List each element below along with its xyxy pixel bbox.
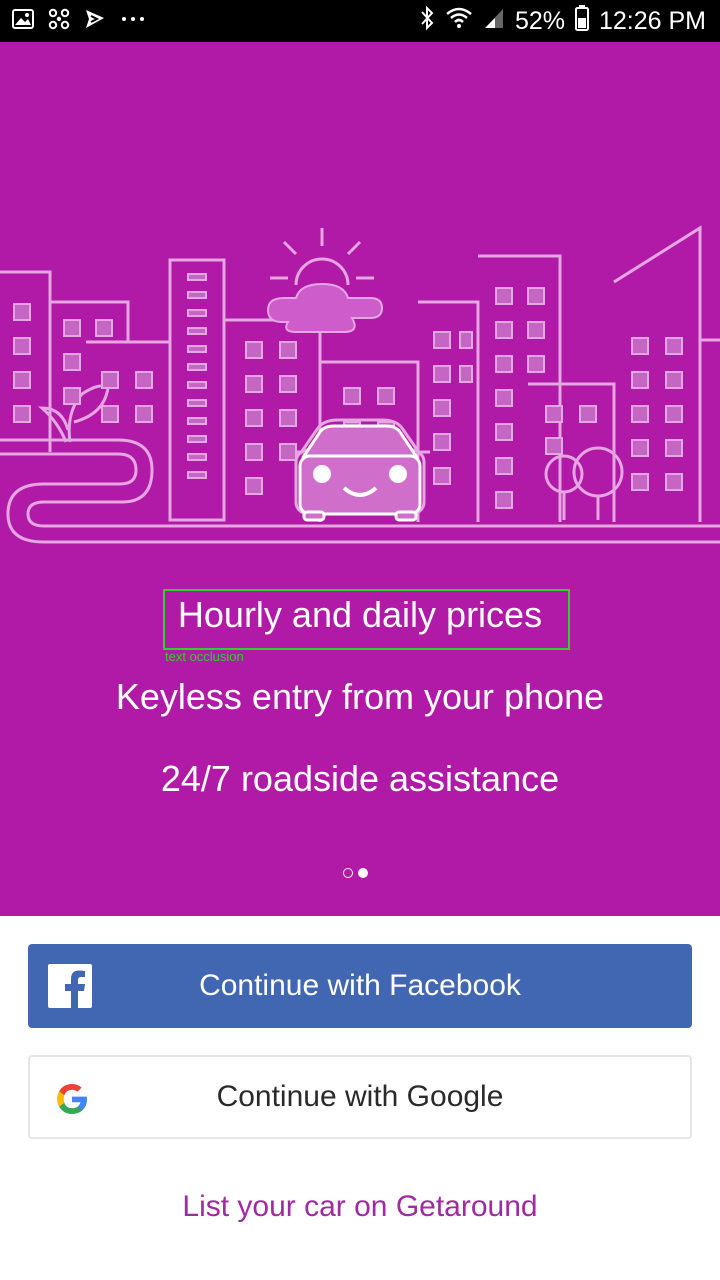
feature-roadside-assistance: 24/7 roadside assistance bbox=[160, 758, 560, 799]
page-dot-2[interactable] bbox=[358, 868, 368, 878]
facebook-button-label: Continue with Facebook bbox=[199, 969, 521, 1002]
city-illustration bbox=[0, 225, 720, 544]
bluetooth-icon bbox=[419, 5, 435, 38]
battery-percent: 52% bbox=[514, 6, 565, 35]
page-dot-1[interactable] bbox=[343, 868, 353, 878]
gallery-icon bbox=[12, 8, 34, 35]
pinwheel-icon bbox=[48, 8, 70, 35]
continue-with-google-button[interactable]: Continue with Google bbox=[28, 1055, 692, 1139]
signal-icon bbox=[483, 6, 505, 37]
list-your-car-link[interactable]: List your car on Getaround bbox=[0, 1190, 720, 1224]
onboarding-hero: Hourly and daily prices Keyless entry fr… bbox=[0, 42, 720, 916]
wifi-icon bbox=[445, 6, 473, 37]
google-icon bbox=[54, 1081, 90, 1117]
system-icons: 52% 12:26 PM bbox=[419, 4, 706, 38]
facebook-icon bbox=[48, 964, 92, 1008]
clock: 12:26 PM bbox=[598, 6, 706, 35]
google-button-label: Continue with Google bbox=[216, 1080, 504, 1113]
notification-icons bbox=[12, 8, 146, 34]
page-indicator bbox=[343, 868, 368, 878]
status-bar: 52% 12:26 PM bbox=[0, 0, 720, 42]
feature-keyless-entry: Keyless entry from your phone bbox=[115, 676, 605, 717]
battery-icon bbox=[574, 4, 589, 38]
send-icon bbox=[84, 8, 106, 35]
text-occlusion-box bbox=[163, 589, 570, 650]
continue-with-facebook-button[interactable]: Continue with Facebook bbox=[28, 944, 692, 1028]
more-icon bbox=[120, 8, 146, 35]
text-occlusion-label: text occlusion bbox=[165, 649, 244, 664]
